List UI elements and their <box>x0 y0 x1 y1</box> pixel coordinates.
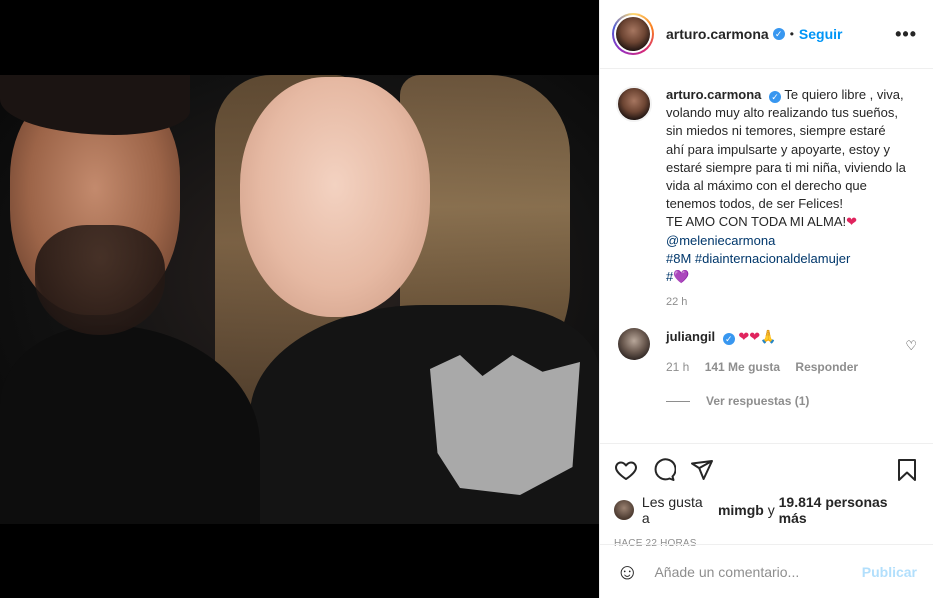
caption-body: Te quiero libre , viva, volando muy alto… <box>666 87 906 212</box>
verified-icon: ✓ <box>722 333 735 346</box>
reply-button[interactable]: Responder <box>795 360 858 374</box>
comment-text: ❤❤🙏 <box>738 329 777 345</box>
liker-username[interactable]: mimgb <box>718 502 764 518</box>
commenter-avatar[interactable] <box>618 328 650 361</box>
caption-love-line: TE AMO CON TODA MI ALMA! <box>666 214 847 230</box>
replies-divider <box>666 400 690 402</box>
separator-dot: • <box>789 27 794 41</box>
comment-like-icon[interactable]: ♡ <box>905 338 917 354</box>
view-replies-label: Ver respuestas (1) <box>706 394 810 409</box>
liker-avatar[interactable] <box>614 500 634 520</box>
likes-prefix: Les gusta a <box>641 494 703 526</box>
comment-input[interactable] <box>654 563 862 580</box>
action-icons <box>614 452 919 488</box>
mention-link[interactable]: @meleniecarmona <box>666 233 775 248</box>
photo-crown-print <box>430 355 580 495</box>
comment-body: juliangil ✓ ❤❤🙏 21 h 141 Me gusta Respon… <box>666 328 906 376</box>
likes-summary: Les gusta a mimgb y 19.814 personas más <box>614 494 919 526</box>
likes-count[interactable]: 19.814 personas más <box>779 494 919 526</box>
post-photo[interactable] <box>0 75 599 524</box>
post-header: arturo.carmona ✓ • Seguir ••• <box>600 0 933 69</box>
photo-beard <box>35 225 165 335</box>
publish-button[interactable]: Publicar <box>862 564 917 580</box>
photo-face-woman <box>240 77 430 317</box>
verified-icon: ✓ <box>769 91 781 104</box>
red-heart-icon: ❤ <box>846 214 858 230</box>
likes-connector: y <box>767 502 775 518</box>
comment-meta: 21 h 141 Me gusta Responder <box>666 358 906 376</box>
more-icon[interactable]: ••• <box>895 25 917 43</box>
emoji-icon[interactable]: ☺ <box>616 559 638 585</box>
post-actions: Les gusta a mimgb y 19.814 personas más … <box>600 443 933 549</box>
comment-icon[interactable] <box>652 458 676 482</box>
author-avatar[interactable] <box>612 13 654 55</box>
add-comment-bar: ☺ Publicar <box>600 544 933 598</box>
commenter-username[interactable]: juliangil <box>666 329 715 344</box>
bookmark-icon[interactable] <box>895 458 919 482</box>
caption-username[interactable]: arturo.carmona <box>666 87 761 102</box>
caption-avatar[interactable] <box>616 86 652 122</box>
post-side-panel: arturo.carmona ✓ • Seguir ••• arturo.car… <box>599 0 933 598</box>
caption: arturo.carmona ✓ Te quiero libre , viva,… <box>616 86 917 286</box>
verified-icon: ✓ <box>772 28 785 40</box>
hashtags-link[interactable]: #8M #diainternacionaldelamujer <box>666 251 850 266</box>
author-username[interactable]: arturo.carmona <box>666 26 769 42</box>
heart-icon[interactable] <box>614 458 638 482</box>
follow-button[interactable]: Seguir <box>799 26 843 42</box>
comment-time[interactable]: 21 h <box>666 360 689 374</box>
purple-heart-icon: 💜 <box>673 269 690 285</box>
caption-time[interactable]: 22 h <box>666 296 917 308</box>
view-replies-button[interactable]: Ver respuestas (1) <box>666 394 917 408</box>
post-media <box>0 0 599 598</box>
caption-text: arturo.carmona ✓ Te quiero libre , viva,… <box>666 86 906 286</box>
comment-item: juliangil ✓ ❤❤🙏 21 h 141 Me gusta Respon… <box>616 328 917 376</box>
comment-likes[interactable]: 141 Me gusta <box>705 360 780 374</box>
comments-area[interactable]: arturo.carmona ✓ Te quiero libre , viva,… <box>600 70 933 443</box>
share-icon[interactable] <box>690 458 714 482</box>
